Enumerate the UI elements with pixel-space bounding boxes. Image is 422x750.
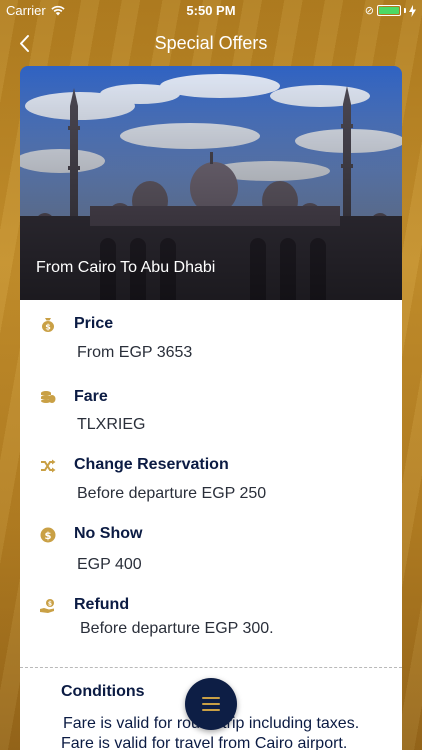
battery-tip [404,8,406,13]
status-right: ⊘ [365,4,416,17]
status-bar: Carrier 5:50 PM ⊘ [0,0,422,22]
money-bag-icon: $ [42,318,54,332]
condition-line: Fare is valid for travel from Cairo airp… [61,735,348,750]
fare-label: Fare [74,388,108,405]
nav-bar: Special Offers [0,22,422,66]
coins-icon [41,391,56,403]
no-show-value: EGP 400 [77,556,142,573]
svg-text:$: $ [48,601,52,608]
refund-value: Before departure EGP 300. [80,620,274,637]
price-value: From EGP 3653 [77,344,193,361]
menu-icon-bar [202,697,220,699]
svg-text:$: $ [45,531,52,542]
no-show-label: No Show [74,525,143,542]
orientation-lock-icon: ⊘ [364,5,374,17]
charging-icon [409,4,416,17]
fare-value: TLXRIEG [77,416,146,433]
refund-icon: $ [40,599,54,613]
offer-route-title: From Cairo To Abu Dhabi [36,259,216,276]
shuffle-icon [41,459,56,473]
menu-icon-bar [202,709,220,711]
change-reservation-value: Before departure EGP 250 [77,485,267,502]
svg-text:$: $ [45,323,51,332]
menu-button[interactable] [185,678,237,730]
battery-icon [377,5,401,16]
price-label: Price [74,315,114,332]
page-title: Special Offers [154,33,268,53]
status-time: 5:50 PM [186,3,236,18]
conditions-title: Conditions [61,683,145,700]
section-divider [20,667,402,668]
change-reservation-label: Change Reservation [74,456,229,473]
refund-label: Refund [74,596,130,613]
dollar-coin-icon: $ [40,527,56,543]
offer-hero-image: From Cairo To Abu Dhabi [20,66,402,300]
menu-icon-bar [202,703,220,705]
